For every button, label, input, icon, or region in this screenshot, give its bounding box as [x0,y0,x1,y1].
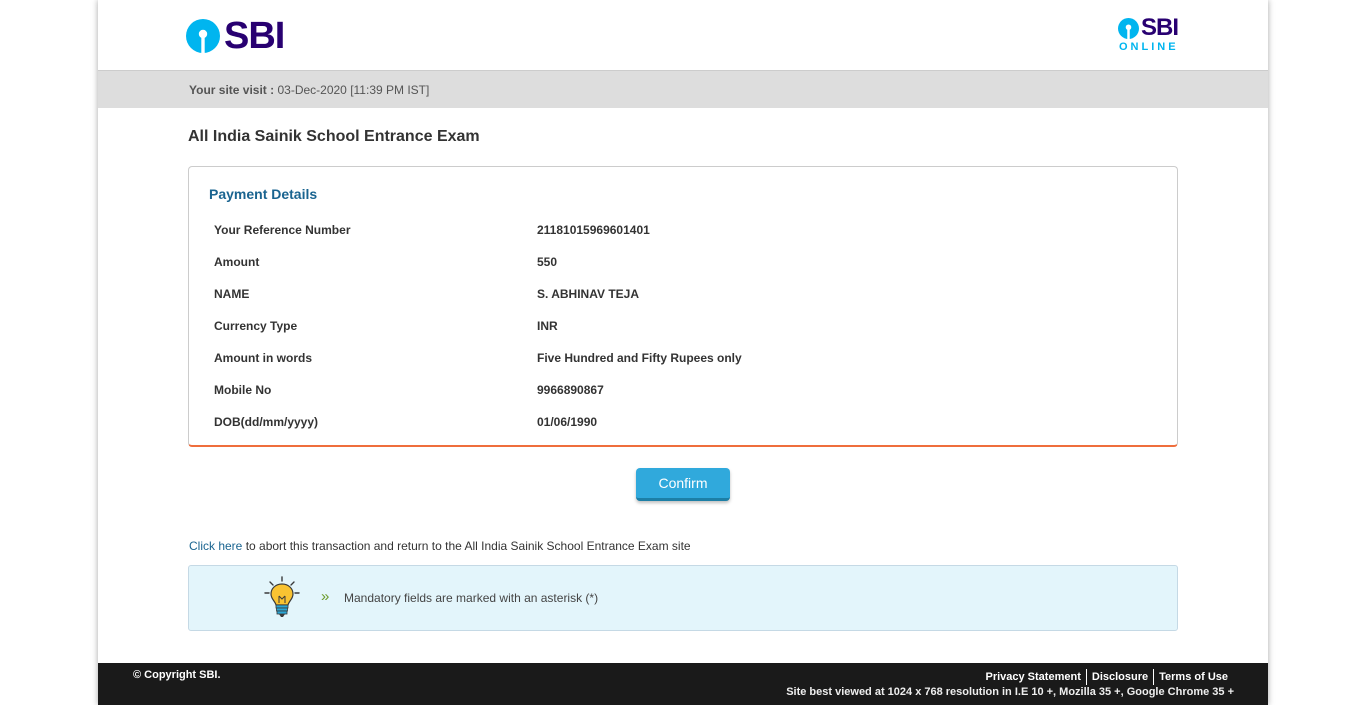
detail-label: Amount [214,255,260,269]
detail-row-currency: Currency Type INR [214,310,1154,342]
chevron-right-icon: » [321,588,330,605]
detail-label: DOB(dd/mm/yyyy) [214,415,319,429]
detail-value: S. ABHINAV TEJA [537,287,640,301]
detail-value: 21181015969601401 [537,223,650,237]
site-visit-bar: Your site visit : 03-Dec-2020 [11:39 PM … [98,70,1268,108]
privacy-statement-link[interactable]: Privacy Statement [980,669,1087,685]
detail-row-dob: DOB(dd/mm/yyyy) 01/06/1990 [214,406,1154,438]
sbi-logo[interactable]: SBI [186,15,285,57]
detail-row-mobile: Mobile No 9966890867 [214,374,1154,406]
site-visit-value: 03-Dec-2020 [11:39 PM IST] [277,83,430,97]
detail-label: Mobile No [214,383,272,397]
detail-row-reference: Your Reference Number 21181015969601401 [214,214,1154,246]
mandatory-info-box: » Mandatory fields are marked with an as… [188,565,1178,631]
detail-label: Currency Type [214,319,298,333]
footer-links: Privacy Statement Disclosure Terms of Us… [980,669,1230,685]
detail-value: Five Hundred and Fifty Rupees only [537,351,742,365]
abort-text: to abort this transaction and return to … [242,539,691,553]
copyright-text: © Copyright SBI. [133,669,221,681]
mandatory-text: Mandatory fields are marked with an aste… [344,591,599,605]
payment-details-heading: Payment Details [209,186,318,202]
sbi-online-logo-icon [1118,17,1139,39]
page-container: SBI SBI ONLINE Your site visit : 03-Dec-… [98,0,1268,705]
detail-row-name: NAME S. ABHINAV TEJA [214,278,1154,310]
payment-details-list: Your Reference Number 21181015969601401 … [214,214,1154,438]
detail-value: 01/06/1990 [537,415,598,429]
confirm-button[interactable]: Confirm [636,468,730,501]
disclosure-link[interactable]: Disclosure [1087,669,1155,685]
best-viewed-text: Site best viewed at 1024 x 768 resolutio… [786,686,1234,698]
detail-row-amount-words: Amount in words Five Hundred and Fifty R… [214,342,1154,374]
detail-value: 9966890867 [537,383,604,397]
detail-row-amount: Amount 550 [214,246,1154,278]
sbi-logo-icon [186,19,220,53]
sbi-online-logo[interactable]: SBI ONLINE [1118,16,1180,53]
abort-link[interactable]: Click here [189,539,242,553]
abort-message: Click here to abort this transaction and… [189,539,691,553]
site-visit-label: Your site visit : [189,83,275,97]
payment-details-panel: Payment Details Your Reference Number 21… [188,166,1178,447]
detail-label: Your Reference Number [214,223,351,237]
detail-value: INR [537,319,558,333]
header: SBI SBI ONLINE [98,0,1268,70]
sbi-logo-text: SBI [224,15,285,57]
page-title: All India Sainik School Entrance Exam [188,128,480,145]
detail-label: Amount in words [214,351,312,365]
sbi-online-subtext: ONLINE [1119,41,1179,53]
sbi-online-logo-text: SBI [1141,14,1179,41]
detail-value: 550 [537,255,558,269]
footer: © Copyright SBI. Privacy Statement Discl… [98,663,1268,705]
detail-label: NAME [214,287,250,301]
lightbulb-icon [264,576,300,617]
terms-of-use-link[interactable]: Terms of Use [1154,669,1230,685]
